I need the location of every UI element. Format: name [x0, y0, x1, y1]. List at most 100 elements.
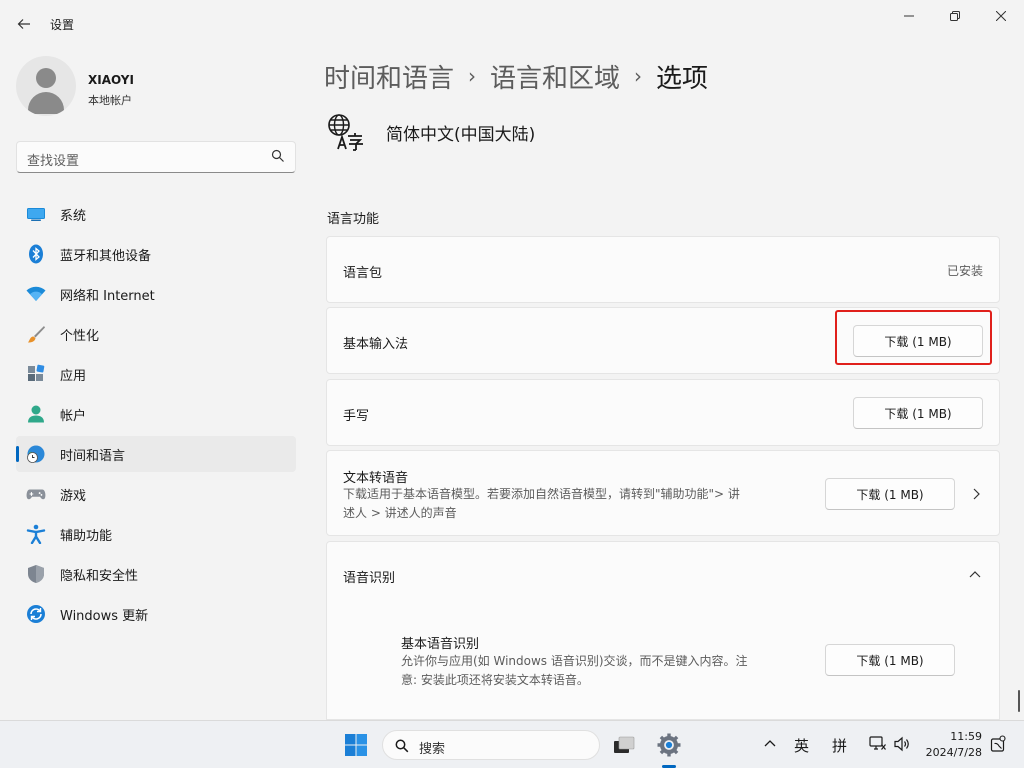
sidebar-item-label: 帐户: [60, 408, 87, 424]
avatar: [16, 56, 76, 116]
sidebar-item-label: 辅助功能: [60, 528, 113, 544]
brush-icon: [26, 324, 46, 344]
language-name: 简体中文(中国大陆): [386, 124, 536, 145]
settings-app-button[interactable]: [653, 729, 685, 761]
basic-typing-label: 基本输入法: [343, 337, 409, 352]
restore-icon: [950, 11, 960, 21]
handwriting-card: 手写 下载 (1 MB): [326, 379, 1000, 446]
sidebar-item-label: 隐私和安全性: [60, 568, 139, 584]
clock-time: 11:59: [950, 730, 982, 743]
sidebar-item-label: Windows 更新: [60, 608, 149, 624]
title-bar: 设置: [0, 0, 1024, 46]
sidebar-item-label: 系统: [60, 208, 87, 224]
highlight-box: [835, 310, 992, 365]
taskbar-search-placeholder: 搜索: [419, 742, 446, 757]
language-header: 简体中文(中国大陆): [326, 112, 535, 152]
scrollbar[interactable]: [1018, 690, 1020, 712]
sidebar-item-personalization[interactable]: 个性化: [16, 316, 296, 352]
shield-icon: [26, 564, 46, 584]
back-button[interactable]: [12, 12, 36, 36]
tts-label: 文本转语音: [343, 471, 409, 486]
maximize-button[interactable]: [932, 6, 978, 26]
search-placeholder: 查找设置: [27, 154, 80, 169]
sidebar-item-bluetooth[interactable]: 蓝牙和其他设备: [16, 236, 296, 272]
search-icon: [271, 149, 284, 162]
sidebar-item-system[interactable]: 系统: [16, 196, 296, 232]
tts-card[interactable]: 文本转语音 下载适用于基本语音模型。若要添加自然语音模型，请转到"辅助功能"> …: [326, 450, 1000, 536]
breadcrumb-separator: ›: [468, 64, 477, 88]
language-icon: [326, 112, 366, 152]
tts-description: 下载适用于基本语音模型。若要添加自然语音模型，请转到"辅助功能"> 讲: [343, 487, 740, 501]
sidebar-item-network[interactable]: 网络和 Internet: [16, 276, 296, 312]
search-icon: [395, 739, 409, 753]
sidebar-item-accounts[interactable]: 帐户: [16, 396, 296, 432]
notification-icon[interactable]: [990, 735, 1006, 753]
ime-language-indicator[interactable]: 英: [794, 735, 809, 756]
network-icon[interactable]: [869, 736, 887, 752]
installed-status: 已安装: [946, 264, 983, 278]
breadcrumb-language-region[interactable]: 语言和区域: [490, 58, 620, 95]
handwriting-download-button[interactable]: 下载 (1 MB): [853, 397, 983, 429]
task-view-button[interactable]: [608, 729, 640, 761]
start-icon[interactable]: [344, 733, 368, 757]
speech-basic-label: 基本语音识别: [401, 637, 480, 652]
tts-download-button[interactable]: 下载 (1 MB): [825, 478, 955, 510]
task-view-icon: [614, 736, 635, 753]
taskbar: 搜索 英 拼 11:59 2024/7/28: [0, 720, 1024, 768]
sidebar-item-windows-update[interactable]: Windows 更新: [16, 596, 296, 632]
breadcrumb-separator: ›: [634, 64, 643, 88]
minimize-icon: [904, 15, 914, 17]
back-arrow-icon: [17, 19, 30, 29]
account-type: 本地帐户: [88, 94, 132, 107]
clock-date: 2024/7/28: [925, 746, 982, 759]
breadcrumb: 时间和语言 › 语言和区域 › 选项: [324, 56, 708, 96]
handwriting-label: 手写: [343, 409, 370, 424]
tts-description-cont: 述人 > 讲述人的声音: [343, 506, 457, 520]
sidebar-item-label: 时间和语言: [60, 448, 126, 464]
search-input[interactable]: 查找设置: [16, 141, 296, 173]
breadcrumb-time-language[interactable]: 时间和语言: [324, 58, 454, 95]
sidebar-item-label: 网络和 Internet: [60, 288, 155, 304]
speech-card[interactable]: 语音识别: [326, 541, 1000, 608]
update-icon: [26, 604, 46, 624]
sidebar-item-label: 应用: [60, 368, 87, 384]
apps-icon: [26, 364, 46, 384]
gamepad-icon: [26, 484, 46, 504]
page-title: 选项: [656, 63, 709, 94]
volume-icon[interactable]: [893, 736, 911, 752]
speech-label: 语音识别: [343, 571, 396, 586]
sidebar-item-label: 游戏: [60, 488, 87, 504]
language-pack-label: 语言包: [343, 266, 383, 281]
chevron-up-icon[interactable]: [969, 570, 981, 578]
chevron-up-icon[interactable]: [764, 739, 776, 747]
person-icon: [26, 404, 46, 424]
language-pack-card: 语言包 已安装: [326, 236, 1000, 303]
accessibility-icon: [26, 524, 46, 544]
system-icon: [26, 204, 46, 224]
wifi-icon: [26, 284, 46, 304]
close-button[interactable]: [978, 6, 1024, 26]
sidebar-item-time-language[interactable]: 时间和语言: [16, 436, 296, 472]
bluetooth-icon: [26, 244, 46, 264]
user-card[interactable]: XIAOYI 本地帐户: [16, 56, 296, 120]
close-icon: [996, 11, 1006, 21]
sidebar-item-label: 个性化: [60, 328, 100, 344]
ime-mode-indicator[interactable]: 拼: [832, 735, 847, 756]
speech-basic-description-cont: 意: 安装此项还将安装文本转语音。: [401, 673, 589, 687]
section-title: 语言功能: [327, 212, 380, 227]
sidebar-item-accessibility[interactable]: 辅助功能: [16, 516, 296, 552]
speech-basic-download-button[interactable]: 下载 (1 MB): [825, 644, 955, 676]
minimize-button[interactable]: [886, 6, 932, 26]
sidebar-item-privacy[interactable]: 隐私和安全性: [16, 556, 296, 592]
sidebar-item-gaming[interactable]: 游戏: [16, 476, 296, 512]
sidebar-item-apps[interactable]: 应用: [16, 356, 296, 392]
chevron-right-icon: [973, 488, 980, 500]
sidebar-nav: 系统 蓝牙和其他设备 网络和 Internet 个性化 应用 帐户 时间和语言 …: [16, 196, 296, 636]
taskbar-search[interactable]: 搜索: [382, 730, 600, 760]
speech-basic-card: 基本语音识别 允许你与应用(如 Windows 语音识别)交谈，而不是键入内容。…: [326, 607, 1000, 720]
speech-basic-description: 允许你与应用(如 Windows 语音识别)交谈，而不是键入内容。注: [401, 654, 748, 668]
clock[interactable]: 11:59 2024/7/28: [920, 729, 982, 761]
gear-icon: [657, 733, 681, 757]
globe-clock-icon: [26, 444, 46, 464]
sidebar-item-label: 蓝牙和其他设备: [60, 248, 152, 264]
